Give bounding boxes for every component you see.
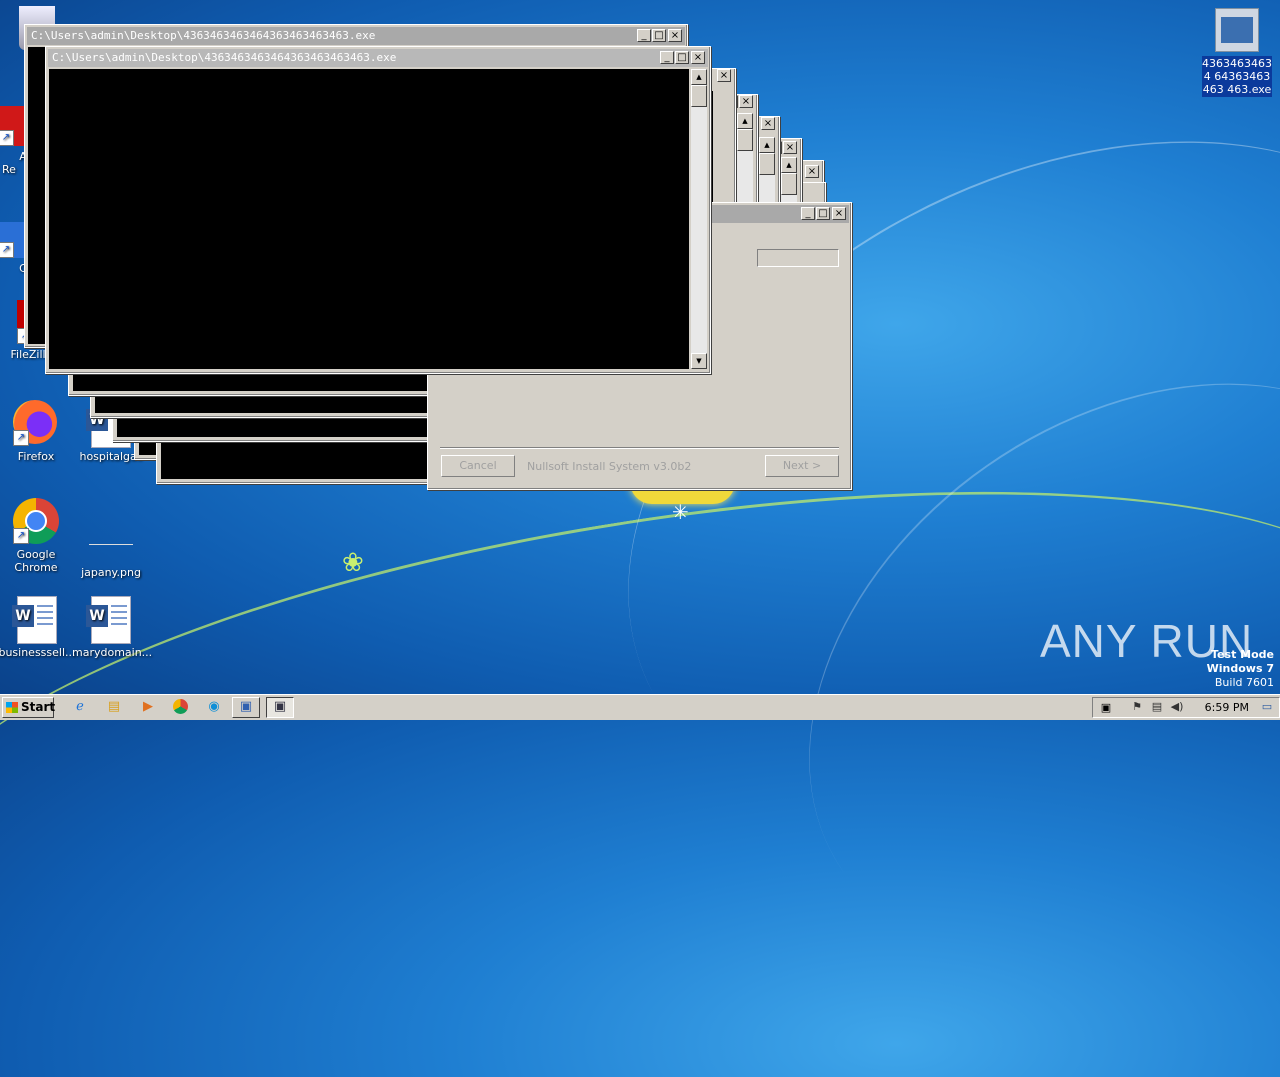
next-button[interactable]: Next > bbox=[765, 455, 839, 477]
executable-icon bbox=[1215, 8, 1259, 52]
test-mode-notice: Test Mode Windows 7 Build 7601 bbox=[1207, 648, 1274, 690]
desktop-icon-label: japany.png bbox=[81, 566, 141, 579]
maximize-icon[interactable]: □ bbox=[675, 51, 689, 64]
maximize-icon[interactable]: □ bbox=[816, 207, 830, 220]
internet-explorer-icon[interactable]: ℯ bbox=[70, 698, 90, 716]
test-mode-label: Test Mode bbox=[1211, 648, 1274, 661]
image-file-icon bbox=[88, 516, 134, 562]
build-label: Build 7601 bbox=[1214, 676, 1274, 689]
taskbar-item-console[interactable]: ▣ bbox=[266, 697, 294, 718]
desktop-icon-marydomain[interactable]: W marydomain... bbox=[72, 596, 153, 659]
wallpaper-sparkle: ✳ bbox=[672, 500, 689, 524]
desktop-icon-exe[interactable]: 43634634634 64363463463 463.exe bbox=[1202, 8, 1272, 97]
progress-field bbox=[757, 249, 839, 267]
window-titlebar[interactable]: C:\Users\admin\Desktop\43634634634643634… bbox=[48, 49, 708, 67]
show-desktop-icon[interactable]: ▭ bbox=[1259, 700, 1275, 714]
taskbar: Start ℯ ▤ ▶ ◉ ▣ ▣ ▣ ⚑ ▤ ◀) 6:59 PM ▭ bbox=[0, 694, 1280, 720]
scroll-up-icon[interactable]: ▲ bbox=[737, 113, 753, 129]
console-output bbox=[49, 69, 689, 369]
word-doc-icon: W bbox=[12, 596, 60, 644]
scroll-up-icon[interactable]: ▲ bbox=[781, 157, 797, 173]
desktop-icon-businesssell[interactable]: W businesssell... bbox=[0, 596, 76, 659]
close-icon[interactable]: × bbox=[717, 69, 731, 82]
windows-logo-icon bbox=[6, 702, 18, 713]
start-button[interactable]: Start bbox=[2, 697, 56, 718]
chrome-taskbar-icon[interactable] bbox=[170, 698, 190, 716]
desktop-icon-label: A Re bbox=[2, 150, 27, 176]
desktop-icon-label: 43634634634 64363463463 463.exe bbox=[1202, 56, 1272, 97]
maximize-icon[interactable]: □ bbox=[652, 29, 666, 42]
action-center-flag-icon[interactable]: ⚑ bbox=[1129, 700, 1145, 714]
network-icon[interactable]: ▤ bbox=[1149, 700, 1165, 714]
desktop-icon-label: marydomain... bbox=[72, 646, 153, 659]
close-icon[interactable]: × bbox=[691, 51, 705, 64]
scroll-up-icon[interactable]: ▲ bbox=[691, 69, 707, 85]
console-icon: ▣ bbox=[273, 699, 287, 714]
minimize-icon[interactable]: _ bbox=[801, 207, 815, 220]
edge-icon[interactable]: ◉ bbox=[204, 698, 224, 716]
window-titlebar[interactable]: C:\Users\admin\Desktop\43634634634643634… bbox=[27, 27, 685, 45]
firefox-icon-wrap: ↗ bbox=[13, 400, 59, 446]
separator bbox=[440, 447, 839, 449]
installer-branding: Nullsoft Install System v3.0b2 bbox=[527, 460, 692, 473]
start-label: Start bbox=[21, 700, 56, 714]
scroll-down-icon[interactable]: ▼ bbox=[691, 353, 707, 369]
os-label: Windows 7 bbox=[1206, 662, 1274, 675]
cancel-button[interactable]: Cancel bbox=[441, 455, 515, 477]
system-tray: ⚑ ▤ ◀) 6:59 PM ▭ bbox=[1092, 697, 1280, 718]
close-icon[interactable]: × bbox=[668, 29, 682, 42]
file-explorer-icon[interactable]: ▤ bbox=[104, 698, 124, 716]
wallpaper-leaf: ❀ bbox=[342, 548, 364, 578]
chrome-icon-wrap: ↗ bbox=[13, 498, 59, 544]
taskbar-item-installer[interactable]: ▣ bbox=[232, 697, 260, 718]
scroll-up-icon[interactable]: ▲ bbox=[759, 137, 775, 153]
close-icon[interactable]: × bbox=[783, 141, 797, 154]
window-title: C:\Users\admin\Desktop\43634634634643634… bbox=[52, 51, 397, 64]
volume-icon[interactable]: ◀) bbox=[1169, 700, 1185, 714]
clock[interactable]: 6:59 PM bbox=[1205, 698, 1249, 717]
desktop-icon-chrome[interactable]: ↗ Google Chrome bbox=[0, 498, 75, 574]
desktop-icon-label: Google Chrome bbox=[14, 548, 58, 574]
minimize-icon[interactable]: _ bbox=[637, 29, 651, 42]
desktop-icon-label: businesssell... bbox=[0, 646, 76, 659]
close-icon[interactable]: × bbox=[832, 207, 846, 220]
scroll-thumb[interactable] bbox=[691, 85, 707, 107]
scroll-thumb[interactable] bbox=[781, 173, 797, 195]
desktop-icon-japany[interactable]: japany.png bbox=[72, 498, 150, 579]
word-doc-icon: W bbox=[86, 596, 134, 644]
desktop-icon-label: Firefox bbox=[17, 450, 55, 463]
vertical-scrollbar[interactable]: ▲ ▼ bbox=[691, 69, 707, 369]
close-icon[interactable]: × bbox=[739, 95, 753, 108]
desktop-icon-label: C bbox=[19, 262, 27, 275]
scroll-thumb[interactable] bbox=[759, 153, 775, 175]
close-icon[interactable]: × bbox=[761, 117, 775, 130]
minimize-icon[interactable]: _ bbox=[660, 51, 674, 64]
desktop-icon-firefox[interactable]: ↗ Firefox bbox=[0, 400, 75, 463]
close-icon[interactable]: × bbox=[805, 165, 819, 178]
media-player-icon[interactable]: ▶ bbox=[138, 698, 158, 716]
console-window-front[interactable]: C:\Users\admin\Desktop\43634634634643634… bbox=[45, 46, 711, 374]
window-title: C:\Users\admin\Desktop\43634634634643634… bbox=[31, 29, 376, 42]
scroll-thumb[interactable] bbox=[737, 129, 753, 151]
installer-icon: ▣ bbox=[239, 699, 253, 714]
